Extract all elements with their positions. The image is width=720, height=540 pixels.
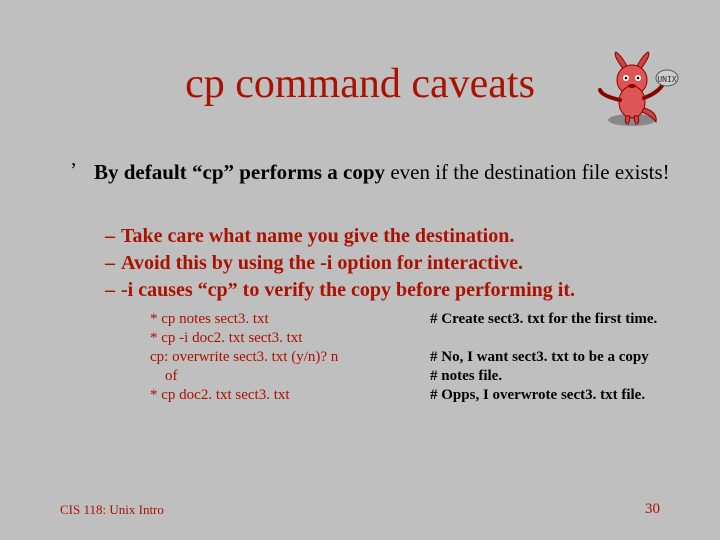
sub-bullet-text: Avoid this by using the -i option for in…	[121, 252, 523, 274]
slide: cp command caveats UNIX ’ By default “cp…	[0, 0, 720, 540]
example-row: * cp -i doc2. txt sect3. txt	[150, 329, 657, 348]
example-command: * cp notes sect3. txt	[150, 310, 430, 329]
example-comment: # Create sect3. txt for the first time.	[430, 310, 657, 329]
svg-text:UNIX: UNIX	[657, 75, 676, 84]
example-block: * cp notes sect3. txt # Create sect3. tx…	[150, 310, 680, 405]
example-comment	[430, 329, 657, 348]
footer-course: CIS 118: Unix Intro	[60, 502, 164, 518]
example-row: * cp notes sect3. txt # Create sect3. tx…	[150, 310, 657, 329]
example-comment: # notes file.	[430, 367, 657, 386]
sub-bullet: –Take care what name you give the destin…	[105, 225, 680, 248]
example-comment: # No, I want sect3. txt to be a copy	[430, 348, 657, 367]
footer-page-number: 30	[645, 501, 660, 518]
sub-bullet: –Avoid this by using the -i option for i…	[105, 252, 680, 275]
sub-bullet-list: –Take care what name you give the destin…	[105, 225, 680, 306]
bullet-marker: ’	[70, 158, 77, 183]
main-bullet: ’ By default “cp” performs a copy even i…	[70, 160, 680, 185]
example-table: * cp notes sect3. txt # Create sect3. tx…	[150, 310, 657, 405]
sub-bullet: –-i causes “cp” to verify the copy befor…	[105, 279, 680, 302]
sub-bullet-text: Take care what name you give the destina…	[121, 225, 514, 247]
bullet-rest-text: even if the destination file exists!	[385, 160, 670, 184]
example-command: cp: overwrite sect3. txt (y/n)? n	[150, 348, 430, 367]
sub-bullet-text: -i causes “cp” to verify the copy before…	[121, 279, 575, 301]
example-comment: # Opps, I overwrote sect3. txt file.	[430, 386, 657, 405]
bullet-bold-text: By default “cp” performs a copy	[94, 160, 385, 184]
example-row: * cp doc2. txt sect3. txt # Opps, I over…	[150, 386, 657, 405]
example-row: cp: overwrite sect3. txt (y/n)? n # No, …	[150, 348, 657, 367]
bsd-daemon-icon: UNIX	[582, 50, 682, 130]
example-command: * cp doc2. txt sect3. txt	[150, 386, 430, 405]
example-row: of # notes file.	[150, 367, 657, 386]
example-command: of	[150, 367, 430, 386]
example-command: * cp -i doc2. txt sect3. txt	[150, 329, 430, 348]
